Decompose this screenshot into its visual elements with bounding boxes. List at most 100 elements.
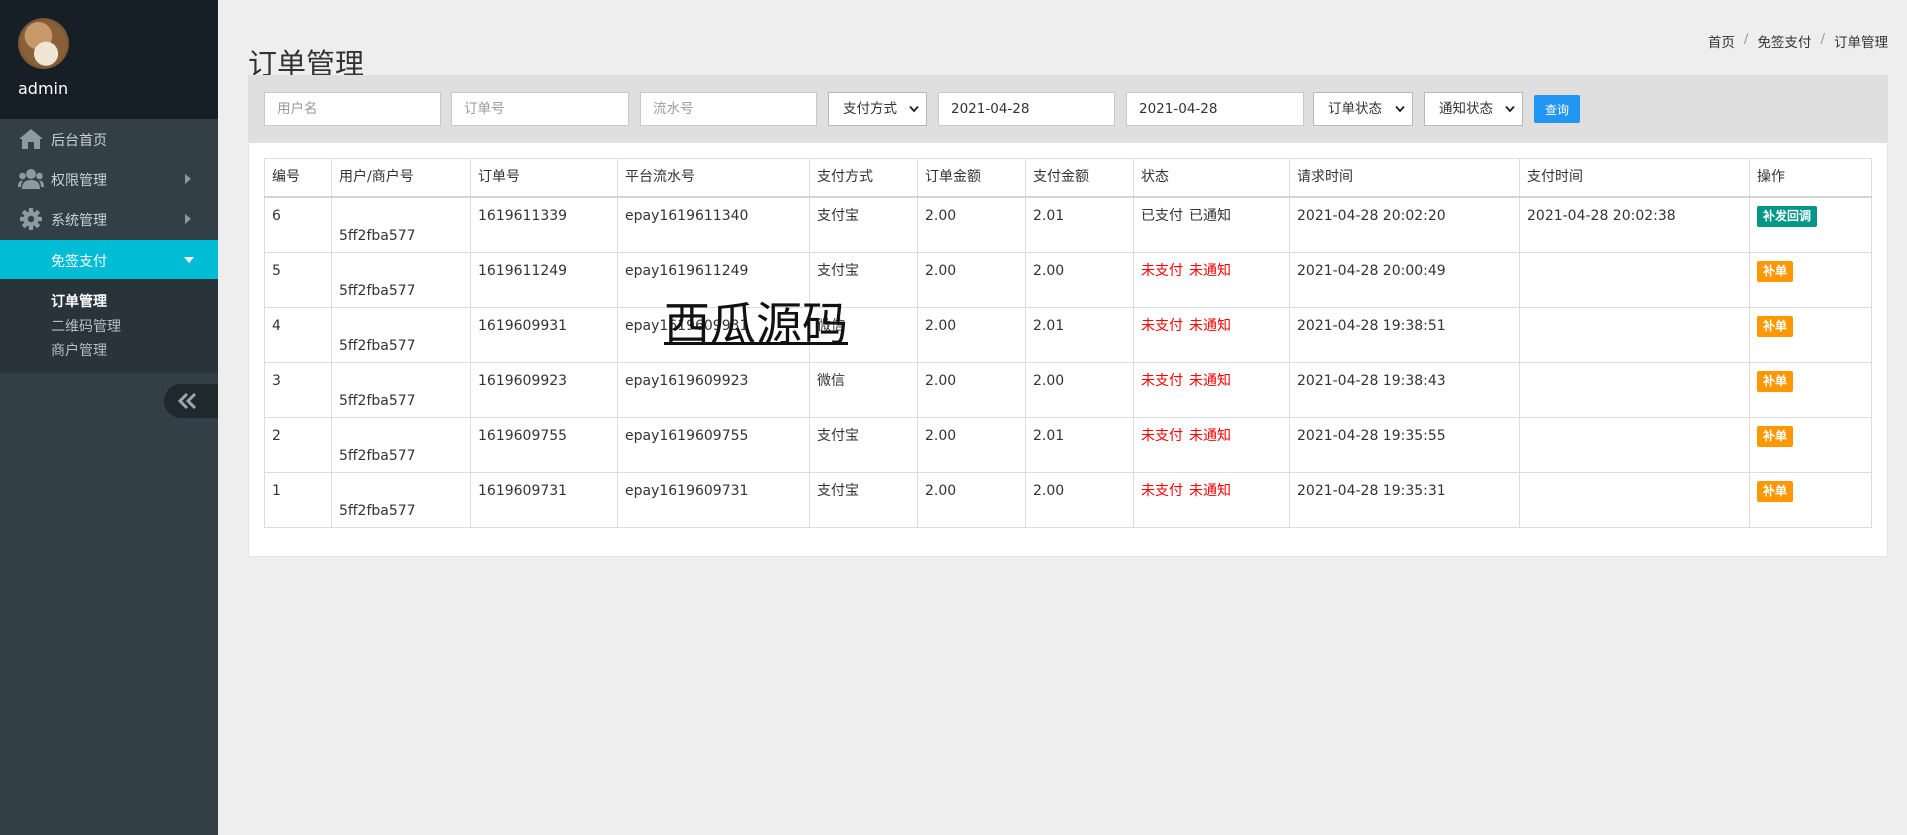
cell-actions: 补单: [1749, 252, 1872, 308]
table-row: 6 5ff2fba577 1619611339 epay1619611340 支付宝 2.…: [264, 196, 1872, 253]
cell-paid-amount: 2.00: [1025, 252, 1134, 308]
cell-pay-time: [1519, 472, 1750, 528]
username-label: admin: [18, 79, 69, 98]
cell-status: 未支付 未通知: [1133, 307, 1290, 363]
double-chevron-left-icon: [177, 392, 197, 410]
cell-order-no: 1619611249: [470, 252, 618, 308]
cell-paid-amount: 2.01: [1025, 417, 1134, 473]
sidebar-collapse-button[interactable]: [164, 384, 218, 418]
submenu-item-orders[interactable]: 订单管理: [51, 291, 107, 311]
breadcrumb-home[interactable]: 首页: [1708, 31, 1735, 51]
resupply-order-button[interactable]: 补单: [1757, 316, 1794, 337]
order-no-input[interactable]: [451, 92, 629, 126]
caret-down-icon: [184, 257, 194, 263]
chevron-right-icon: [185, 214, 191, 224]
cell-id: 3: [264, 362, 332, 418]
cell-order-no: 1619609923: [470, 362, 618, 418]
sidebar-item-system[interactable]: 系统管理: [0, 199, 218, 239]
chevron-right-icon: [185, 174, 191, 184]
cell-request-time: 2021-04-28 19:35:55: [1289, 417, 1520, 473]
cell-merchant: 5ff2fba577: [331, 196, 471, 253]
cell-pay-method: 支付宝: [809, 417, 918, 473]
cell-pay-time: [1519, 307, 1750, 363]
cell-pay-method: 支付宝: [809, 472, 918, 528]
end-date-input[interactable]: [1126, 92, 1304, 126]
notify-status-value: 通知状态: [1439, 101, 1493, 117]
cell-actions: 补单: [1749, 472, 1872, 528]
resupply-order-button[interactable]: 补单: [1757, 261, 1794, 282]
sidebar-item-payment[interactable]: 免签支付: [0, 240, 218, 279]
breadcrumb-separator: /: [1743, 31, 1749, 47]
cell-pay-time: 2021-04-28 20:02:38: [1519, 196, 1750, 253]
pay-status-label: 未支付: [1141, 263, 1183, 279]
resupply-order-button[interactable]: 补单: [1757, 426, 1794, 447]
cell-serial-no: epay1619609731: [617, 472, 810, 528]
cell-actions: 补发回调: [1749, 196, 1872, 253]
cell-order-amount: 2.00: [917, 362, 1026, 418]
table-row: 5 5ff2fba577 1619611249 epay1619611249 支付宝 2.…: [264, 252, 1872, 308]
sidebar-item-label: 权限管理: [51, 173, 107, 189]
start-date-input[interactable]: [938, 92, 1115, 126]
cell-paid-amount: 2.01: [1025, 307, 1134, 363]
table-row: 3 5ff2fba577 1619609923 epay1619609923 微信 2.0…: [264, 362, 1872, 418]
chevron-down-icon: [1505, 105, 1515, 113]
submenu-item-merchants[interactable]: 商户管理: [51, 340, 107, 360]
order-status-select[interactable]: 订单状态: [1313, 92, 1413, 126]
cell-status: 已支付 已通知: [1133, 196, 1290, 253]
sidebar-item-dashboard[interactable]: 后台首页: [0, 119, 218, 159]
pay-status-label: 未支付: [1141, 318, 1183, 334]
cell-pay-time: [1519, 417, 1750, 473]
cell-order-no: 1619611339: [470, 196, 618, 253]
breadcrumb-payment[interactable]: 免签支付: [1757, 31, 1811, 51]
cell-merchant: 5ff2fba577: [331, 417, 471, 473]
cell-paid-amount: 2.01: [1025, 196, 1134, 253]
table-row: 4 5ff2fba577 1619609931 epay1619609931 微信 2.0…: [264, 307, 1872, 363]
table-row: 2 5ff2fba577 1619609755 epay1619609755 支付宝 2.…: [264, 417, 1872, 473]
avatar[interactable]: [18, 18, 69, 69]
sidebar-item-label: 系统管理: [51, 213, 107, 229]
resupply-order-button[interactable]: 补单: [1757, 371, 1794, 392]
cell-status: 未支付 未通知: [1133, 472, 1290, 528]
notify-status-select[interactable]: 通知状态: [1424, 92, 1523, 126]
cell-merchant: 5ff2fba577: [331, 362, 471, 418]
serial-no-input[interactable]: [640, 92, 817, 126]
header-merchant: 用户/商户号: [331, 158, 471, 198]
cell-serial-no: epay1619609755: [617, 417, 810, 473]
orders-table: 编号 用户/商户号 订单号 平台流水号 支付方式 订单金额 支付金额 状态 请求…: [264, 158, 1872, 528]
table-header: 编号 用户/商户号 订单号 平台流水号 支付方式 订单金额 支付金额 状态 请求…: [264, 158, 1872, 198]
header-request-time: 请求时间: [1289, 158, 1520, 198]
cell-order-no: 1619609755: [470, 417, 618, 473]
resupply-order-button[interactable]: 补单: [1757, 481, 1794, 502]
orders-panel: 编号 用户/商户号 订单号 平台流水号 支付方式 订单金额 支付金额 状态 请求…: [248, 142, 1888, 557]
cell-serial-no: epay1619609923: [617, 362, 810, 418]
resend-callback-button[interactable]: 补发回调: [1757, 206, 1818, 227]
header-serial-no: 平台流水号: [617, 158, 810, 198]
submenu-item-qrcodes[interactable]: 二维码管理: [51, 316, 121, 336]
notify-status-label: 未通知: [1189, 483, 1231, 499]
header-order-amount: 订单金额: [917, 158, 1026, 198]
chevron-down-icon: [909, 105, 919, 113]
cell-status: 未支付 未通知: [1133, 362, 1290, 418]
cell-order-amount: 2.00: [917, 307, 1026, 363]
cell-id: 4: [264, 307, 332, 363]
cell-id: 1: [264, 472, 332, 528]
pay-status-label: 已支付: [1141, 208, 1183, 224]
users-icon: [18, 169, 44, 189]
cell-order-no: 1619609931: [470, 307, 618, 363]
cell-order-amount: 2.00: [917, 196, 1026, 253]
cell-order-amount: 2.00: [917, 417, 1026, 473]
pay-method-select[interactable]: 支付方式: [828, 92, 927, 126]
cell-request-time: 2021-04-28 19:38:51: [1289, 307, 1520, 363]
username-input[interactable]: [264, 92, 441, 126]
cell-id: 6: [264, 196, 332, 253]
header-order-no: 订单号: [470, 158, 618, 198]
cell-merchant: 5ff2fba577: [331, 472, 471, 528]
search-button[interactable]: 查询: [1534, 95, 1580, 123]
cell-paid-amount: 2.00: [1025, 362, 1134, 418]
cell-pay-time: [1519, 252, 1750, 308]
sidebar-item-permissions[interactable]: 权限管理: [0, 159, 218, 199]
pay-status-label: 未支付: [1141, 373, 1183, 389]
watermark: 西瓜源码: [664, 297, 848, 351]
breadcrumb: 首页 / 免签支付 / 订单管理: [1708, 31, 1888, 51]
cell-paid-amount: 2.00: [1025, 472, 1134, 528]
